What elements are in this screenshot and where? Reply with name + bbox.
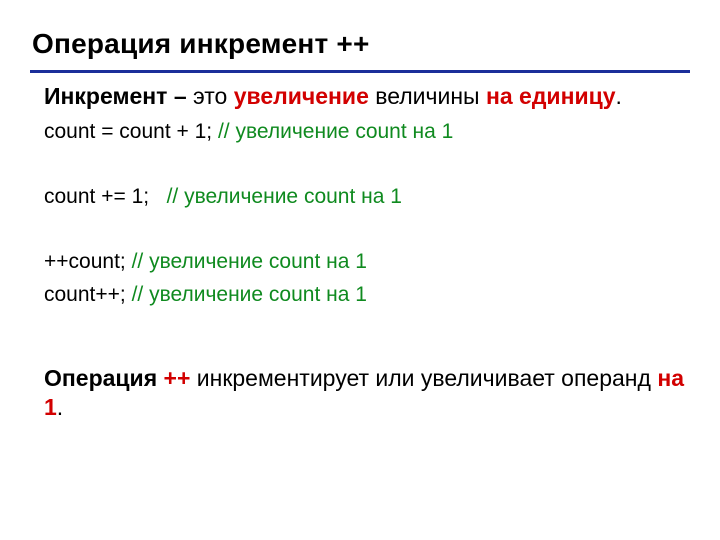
def-word-increment: Инкремент: [44, 83, 167, 109]
code-1-comment: // увеличение count на 1: [218, 120, 453, 143]
code-3-comment: // увеличение count на 1: [132, 250, 367, 273]
code-line-4: count++; // увеличение count на 1: [44, 279, 684, 312]
def-value: величины: [369, 83, 486, 109]
summary-period: .: [57, 394, 63, 420]
code-blank-1: [44, 149, 684, 182]
code-2-stmt: count += 1;: [44, 185, 167, 208]
def-increase: увеличение: [234, 83, 369, 109]
code-blank-2: [44, 214, 684, 247]
slide-title: Операция инкремент ++: [32, 28, 370, 60]
summary-text: Операция ++ инкрементирует или увеличива…: [44, 364, 684, 422]
def-period: .: [616, 83, 622, 109]
code-3-stmt: ++count;: [44, 250, 132, 273]
slide: Операция инкремент ++ Инкремент – это ув…: [0, 0, 720, 540]
summary-op-word: Операция: [44, 365, 164, 391]
code-1-stmt: count = count + 1;: [44, 120, 218, 143]
code-4-comment: // увеличение count на 1: [132, 283, 367, 306]
def-by-one: на единицу: [486, 83, 616, 109]
def-eto: это: [193, 83, 234, 109]
summary-plusplus: ++: [164, 365, 191, 391]
code-line-2: count += 1; // увеличение count на 1: [44, 181, 684, 214]
def-dash: –: [167, 83, 193, 109]
code-4-stmt: count++;: [44, 283, 132, 306]
summary-mid: инкрементирует или увеличивает операнд: [190, 365, 657, 391]
code-line-1: count = count + 1; // увеличение count н…: [44, 116, 684, 149]
title-underline: [30, 70, 690, 73]
definition-text: Инкремент – это увеличение величины на е…: [44, 82, 684, 111]
code-block: count = count + 1; // увеличение count н…: [44, 116, 684, 311]
code-2-comment: // увеличение count на 1: [167, 185, 402, 208]
code-line-3: ++count; // увеличение count на 1: [44, 246, 684, 279]
